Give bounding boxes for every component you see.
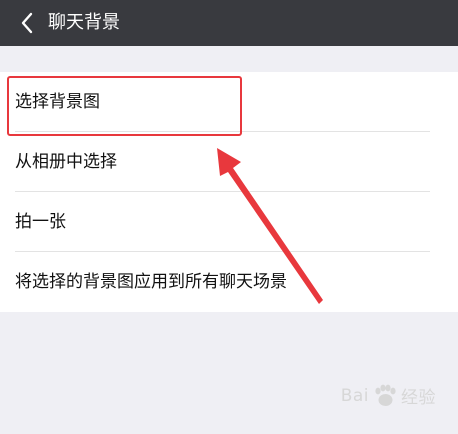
page-title: 聊天背景 (48, 12, 120, 33)
watermark-text-right: 经验 (401, 388, 436, 408)
background-options-list: 选择背景图 从相册中选择 拍一张 将选择的背景图应用到所有聊天场景 (0, 72, 458, 312)
option-apply-to-all-chats[interactable]: 将选择的背景图应用到所有聊天场景 (0, 252, 458, 312)
baidu-jingyan-watermark: Bai 经验 (341, 383, 436, 408)
watermark-text-left: Bai (340, 385, 369, 406)
option-label: 拍一张 (15, 212, 66, 232)
paw-icon (375, 384, 396, 406)
option-choose-background[interactable]: 选择背景图 (0, 72, 458, 132)
top-bar: 聊天背景 (0, 0, 458, 46)
option-label: 将选择的背景图应用到所有聊天场景 (15, 272, 287, 292)
chevron-left-icon[interactable] (14, 8, 40, 38)
option-label: 选择背景图 (15, 92, 100, 112)
option-label: 从相册中选择 (15, 152, 117, 172)
option-choose-from-album[interactable]: 从相册中选择 (0, 132, 458, 192)
option-take-photo[interactable]: 拍一张 (0, 192, 458, 252)
